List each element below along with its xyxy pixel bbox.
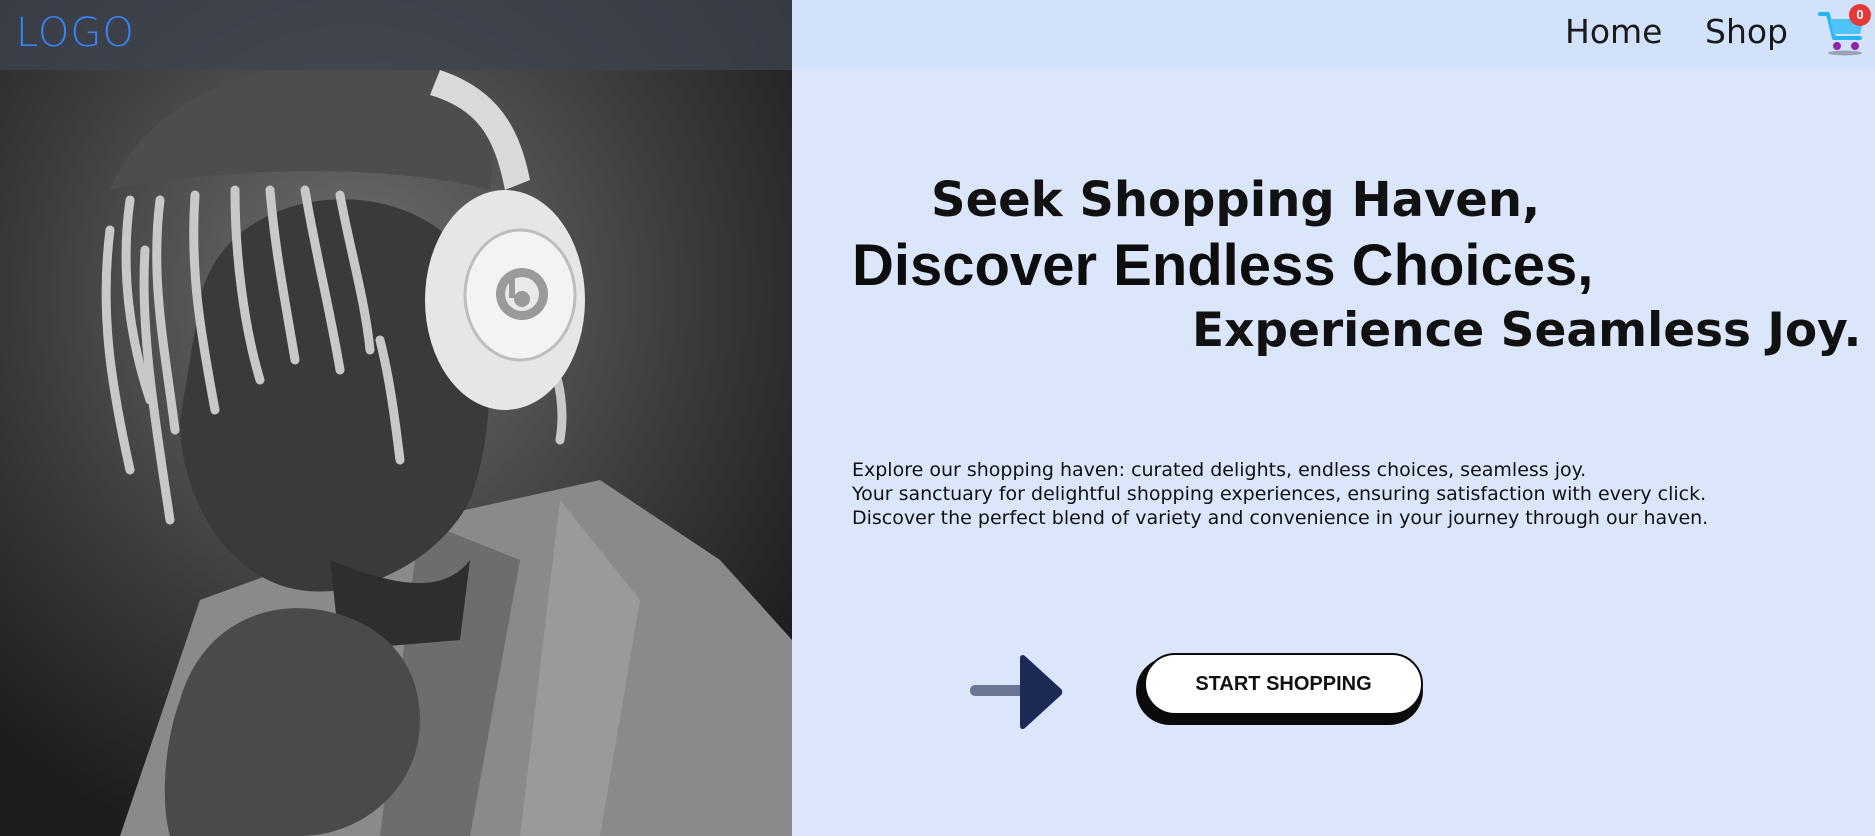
hero-photo (0, 0, 792, 836)
headline-line-3: Experience Seamless Joy. (1192, 303, 1862, 358)
cart-count-badge: 0 (1849, 4, 1871, 26)
cart-button[interactable]: 0 (1818, 4, 1871, 56)
headline-line-1: Seek Shopping Haven, (931, 172, 1541, 228)
logo[interactable]: LOGO (16, 10, 135, 56)
description-line-3: Discover the perfect blend of variety an… (852, 507, 1709, 529)
headline-line-2: Discover Endless Choices, (852, 233, 1594, 298)
top-navbar: LOGO Home Shop 0 (0, 0, 1875, 70)
nav-link-home[interactable]: Home (1565, 12, 1662, 51)
description-line-2: Your sanctuary for delightful shopping e… (852, 483, 1707, 505)
description-line-1: Explore our shopping haven: curated deli… (852, 459, 1587, 481)
nav-link-shop[interactable]: Shop (1705, 12, 1788, 51)
hero-description: Explore our shopping haven: curated deli… (852, 458, 1832, 530)
arrow-right-icon (970, 654, 1063, 730)
start-shopping-button[interactable]: START SHOPPING (1144, 653, 1423, 715)
